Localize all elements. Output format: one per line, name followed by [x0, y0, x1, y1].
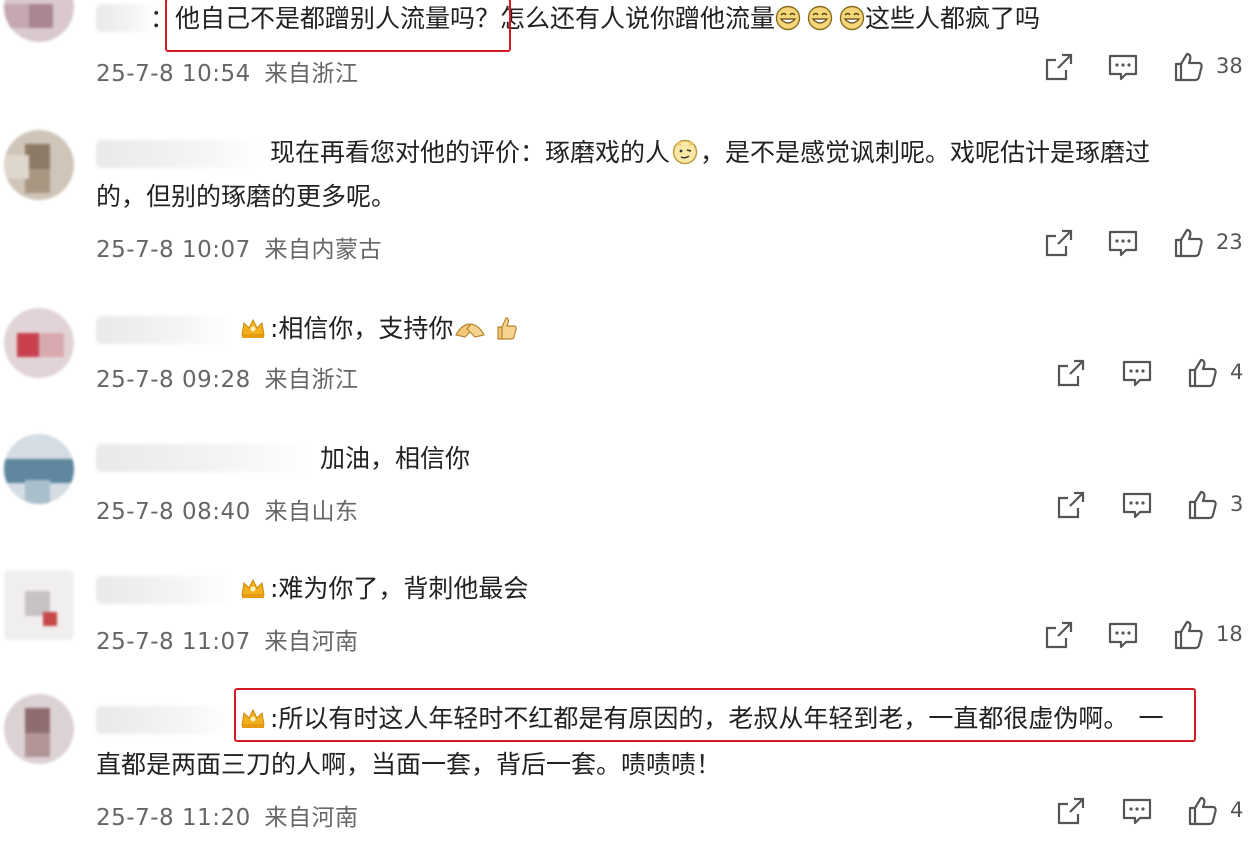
comment-text-highlight: :所以有时这人年轻时不红都是有原因的，老叔从年轻到老，一直都很虚伪啊。 — [270, 704, 1129, 733]
comment-text: :相信你，支持你 — [270, 314, 454, 343]
crown-badge-icon — [240, 317, 266, 339]
comment-icon[interactable] — [1120, 356, 1154, 390]
comment-actions: 38 — [0, 50, 1252, 84]
comment-icon[interactable] — [1106, 50, 1140, 84]
comment-text: 现在再看您对他的评价：琢磨戏的人 — [270, 138, 671, 167]
share-icon[interactable] — [1042, 50, 1076, 84]
laugh-emoji-icon — [775, 5, 801, 31]
thumbs-up-icon[interactable] — [1186, 488, 1220, 522]
comment-text-prefix: ： — [150, 4, 176, 33]
avatar[interactable] — [4, 130, 74, 200]
comment-icon[interactable] — [1120, 794, 1154, 828]
share-icon[interactable] — [1054, 794, 1088, 828]
laugh-emoji-icon — [839, 5, 865, 31]
comment-actions: 23 — [0, 226, 1252, 260]
comment-text-line: 加油，相信你 — [320, 444, 471, 473]
username-blurred[interactable] — [96, 706, 231, 734]
like-count: 18 — [1216, 622, 1243, 646]
share-icon[interactable] — [1054, 356, 1088, 390]
comment-text-line: :所以有时这人年轻时不红都是有原因的，老叔从年轻到老，一直都很虚伪啊。一 — [240, 696, 1163, 742]
crown-badge-icon — [240, 707, 266, 729]
comment-text: ：他自己不是都蹭别人流量吗？怎么还有人说你蹭他流量 这些人都疯了吗 — [150, 0, 1040, 42]
share-icon[interactable] — [1042, 618, 1076, 652]
thumbs-up-icon[interactable] — [1186, 356, 1220, 390]
share-icon[interactable] — [1054, 488, 1088, 522]
comment-icon[interactable] — [1120, 488, 1154, 522]
thumbs-up-icon[interactable] — [1172, 50, 1206, 84]
thumbs-up-icon[interactable] — [1172, 226, 1206, 260]
laugh-emoji-icon — [807, 5, 833, 31]
avatar[interactable] — [4, 694, 74, 764]
comment-icon[interactable] — [1106, 618, 1140, 652]
username-blurred[interactable] — [96, 316, 231, 344]
like-count: 38 — [1216, 54, 1243, 78]
thumbs-up-emoji-icon — [493, 315, 519, 341]
comment-text-highlight: 他自己不是都蹭别人流量吗？ — [175, 4, 501, 33]
comment-actions: 18 — [0, 618, 1252, 652]
comment-text: 一 — [1138, 704, 1164, 733]
username-blurred[interactable] — [96, 444, 311, 472]
avatar[interactable] — [4, 0, 74, 42]
comment-actions: 4 — [0, 356, 1252, 390]
like-count: 4 — [1230, 360, 1244, 384]
thumbs-up-icon[interactable] — [1172, 618, 1206, 652]
comment-text-line: :相信你，支持你 — [240, 306, 519, 352]
like-count: 4 — [1230, 798, 1244, 822]
username-blurred[interactable] — [96, 4, 156, 32]
like-count: 23 — [1216, 230, 1243, 254]
comment-text-end: 这些人都疯了吗 — [865, 4, 1041, 33]
crown-badge-icon — [240, 577, 266, 599]
smirk-emoji-icon — [672, 139, 698, 165]
share-icon[interactable] — [1042, 226, 1076, 260]
comment-actions: 3 — [0, 488, 1252, 522]
comment-text-line: 现在再看您对他的评价：琢磨戏的人 ，是不是感觉讽刺呢。戏呢估计是琢磨过 — [270, 130, 1150, 176]
comment-text-line: 的，但别的琢磨的更多呢。 — [96, 182, 397, 211]
comment-icon[interactable] — [1106, 226, 1140, 260]
like-count: 3 — [1230, 492, 1244, 516]
comment-text-rest: 怎么还有人说你蹭他流量 — [500, 4, 776, 33]
comment-text: :难为你了，背刺他最会 — [270, 574, 529, 603]
comment-text-line: 直都是两面三刀的人啊，当面一套，背后一套。啧啧啧！ — [96, 750, 722, 779]
comment-text-line: :难为你了，背刺他最会 — [240, 566, 528, 612]
username-blurred[interactable] — [96, 140, 261, 168]
thumbs-up-icon[interactable] — [1186, 794, 1220, 828]
comment-actions: 4 — [0, 794, 1252, 828]
comment-text: ，是不是感觉讽刺呢。戏呢估计是琢磨过 — [700, 138, 1151, 167]
username-blurred[interactable] — [96, 576, 231, 604]
clapping-hands-icon — [453, 315, 487, 341]
